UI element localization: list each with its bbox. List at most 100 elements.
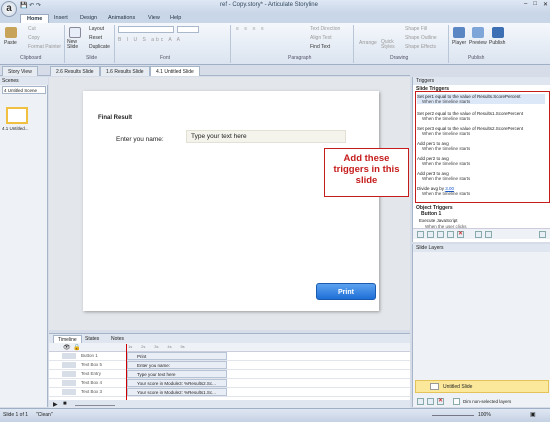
tab-timeline[interactable]: Timeline — [53, 335, 82, 343]
text-entry-field[interactable]: Type your text here — [186, 130, 346, 143]
scenes-panel: Scenes 4 Untitled Scene 4.1 Untitled... — [0, 77, 48, 407]
move-down-icon[interactable] — [485, 231, 492, 238]
scene-dropdown[interactable]: 4 Untitled Scene — [2, 86, 46, 94]
timeline-bar[interactable]: Type your text here — [127, 370, 227, 378]
trigger-item[interactable]: Set per1 equal to the value of Results.S… — [417, 94, 545, 104]
player-button[interactable]: Player — [452, 40, 466, 46]
edit-trigger-icon[interactable] — [427, 231, 434, 238]
find-text-button[interactable]: Find Text — [310, 44, 330, 50]
align-text-button[interactable]: Align Text — [310, 35, 332, 41]
timeline-playhead[interactable] — [126, 344, 127, 408]
duplicate-button[interactable]: Duplicate — [89, 44, 110, 50]
print-button[interactable]: Print — [316, 283, 376, 300]
tab-home[interactable]: Home — [20, 14, 50, 23]
tab-animations[interactable]: Animations — [102, 14, 141, 23]
lock-icon[interactable]: 🔒 — [73, 344, 80, 351]
move-up-icon[interactable] — [475, 231, 482, 238]
publish-button[interactable]: Publish — [489, 40, 505, 46]
visibility-lock-icons[interactable] — [62, 362, 76, 368]
trigger-item[interactable]: Set per3 equal to the value of Results2.… — [417, 126, 523, 136]
shape-outline-button[interactable]: Shape Outline — [405, 35, 437, 41]
timeline-row[interactable]: Text Box 5 Enter you name: — [49, 361, 410, 370]
timeline-ruler[interactable]: 1s 2s 3s 4s 5s — [128, 344, 410, 352]
quick-access-toolbar[interactable]: 💾 ↶ ↷ — [20, 2, 41, 9]
text-direction-button[interactable]: Text Direction — [310, 26, 340, 32]
cut-button[interactable]: Cut — [28, 26, 36, 32]
close-icon[interactable]: ✕ — [543, 1, 548, 8]
font-size-select[interactable] — [177, 26, 199, 33]
dim-layers-checkbox[interactable] — [453, 398, 460, 405]
document-tabs: Story View 2.6 Results Slide 1.6 Results… — [0, 65, 410, 76]
tab-states[interactable]: States — [81, 335, 103, 343]
tab-insert[interactable]: Insert — [48, 14, 74, 23]
base-layer-item[interactable]: Untitled Slide — [415, 380, 549, 393]
timeline-row[interactable]: Button 1 Print — [49, 352, 410, 361]
tab-help[interactable]: Help — [164, 14, 187, 23]
play-icon[interactable]: ▶ — [53, 401, 58, 408]
tab-view[interactable]: View — [142, 14, 166, 23]
triggers-panel: Triggers Slide Triggers Set per1 equal t… — [412, 77, 550, 242]
duplicate-layer-icon[interactable] — [427, 398, 434, 405]
copy-trigger-icon[interactable] — [437, 231, 444, 238]
delete-trigger-icon[interactable]: ✕ — [457, 231, 464, 238]
reset-button[interactable]: Reset — [89, 35, 102, 41]
visibility-lock-icons[interactable] — [62, 389, 76, 395]
trigger-item[interactable]: Add per3 to avg When the timeline starts — [417, 171, 470, 181]
font-family-select[interactable] — [118, 26, 174, 33]
layer-thumbnail — [430, 383, 439, 391]
delete-layer-icon[interactable]: ✕ — [437, 398, 444, 405]
shape-fill-button[interactable]: Shape Fill — [405, 26, 427, 32]
paragraph-buttons[interactable]: ≡ ≡ ≡ ≡ — [236, 26, 266, 32]
font-format-buttons[interactable]: B I U S abc A A — [118, 37, 182, 43]
new-slide-button[interactable]: New Slide — [67, 40, 85, 50]
visibility-lock-icons[interactable] — [62, 371, 76, 377]
object-trigger-target[interactable]: Button 1 — [421, 211, 441, 217]
app-menu-button[interactable]: a — [1, 1, 17, 17]
tab-notes[interactable]: Notes — [107, 335, 128, 343]
new-layer-icon[interactable] — [417, 398, 424, 405]
slide-canvas[interactable]: Final Result Enter you name: Type your t… — [83, 91, 379, 311]
arrange-button[interactable]: Arrange — [359, 40, 377, 46]
layout-button[interactable]: Layout — [89, 26, 104, 32]
timeline-bar[interactable]: Print — [127, 352, 227, 360]
quick-styles-button[interactable]: Quick Styles — [381, 40, 399, 50]
timeline-row[interactable]: Text Entry Type your text here — [49, 370, 410, 379]
shape-effects-button[interactable]: Shape Effects — [405, 44, 436, 50]
paste-button[interactable]: Paste — [4, 40, 17, 46]
timeline-row[interactable]: Text Box 3 Your score in Module2: %Resul… — [49, 388, 410, 397]
slide-count: Slide 1 of 1 — [3, 412, 29, 418]
slide-thumbnail[interactable] — [6, 107, 28, 124]
format-painter-button[interactable]: Format Painter — [28, 44, 61, 50]
variables-icon[interactable] — [539, 231, 546, 238]
tab-results-slide-2-6[interactable]: 2.6 Results Slide — [50, 66, 100, 76]
paste-trigger-icon[interactable] — [447, 231, 454, 238]
fit-to-window-icon[interactable]: ▣ — [530, 411, 536, 418]
zoom-slider[interactable] — [432, 412, 474, 416]
object-trigger-action[interactable]: Execute JavaScript — [419, 218, 458, 223]
new-trigger-icon[interactable] — [417, 231, 424, 238]
timeline-bar[interactable]: Enter you name: — [127, 361, 227, 369]
trigger-item[interactable]: Divide avg by 3.00 When the timeline star… — [417, 186, 470, 196]
maximize-icon[interactable]: □ — [533, 1, 537, 8]
slide-group-label: Slide — [86, 55, 98, 61]
minimize-icon[interactable]: – — [524, 1, 527, 8]
tab-results-slide-1-6[interactable]: 1.6 Results Slide — [100, 66, 150, 76]
stop-icon[interactable]: ■ — [63, 401, 67, 407]
eye-icon[interactable]: 👁 — [63, 344, 71, 351]
timeline-bar[interactable]: Your score in Module3: %Results2.Sc... — [127, 379, 227, 387]
visibility-lock-icons[interactable] — [62, 353, 76, 359]
timeline-row[interactable]: Text Box 4 Your score in Module3: %Resul… — [49, 379, 410, 388]
trigger-item[interactable]: Add per1 to avg When the timeline starts — [417, 141, 470, 151]
slide-title[interactable]: Final Result — [98, 115, 132, 121]
copy-button[interactable]: Copy — [28, 35, 40, 41]
visibility-lock-icons[interactable] — [62, 380, 76, 386]
tab-design[interactable]: Design — [74, 14, 103, 23]
zoom-slider[interactable] — [75, 401, 115, 406]
preview-button[interactable]: Preview — [469, 40, 487, 46]
tab-story-view[interactable]: Story View — [2, 66, 38, 76]
trigger-item[interactable]: Add per2 to avg When the timeline starts — [417, 156, 470, 166]
timeline-bar[interactable]: Your score in Module2: %Results1.Sc... — [127, 388, 227, 396]
name-label[interactable]: Enter you name: — [116, 136, 164, 143]
trigger-item[interactable]: Set per2 equal to the value of Results1.… — [417, 111, 523, 121]
tab-untitled-slide[interactable]: 4.1 Untitled Slide — [150, 66, 200, 76]
